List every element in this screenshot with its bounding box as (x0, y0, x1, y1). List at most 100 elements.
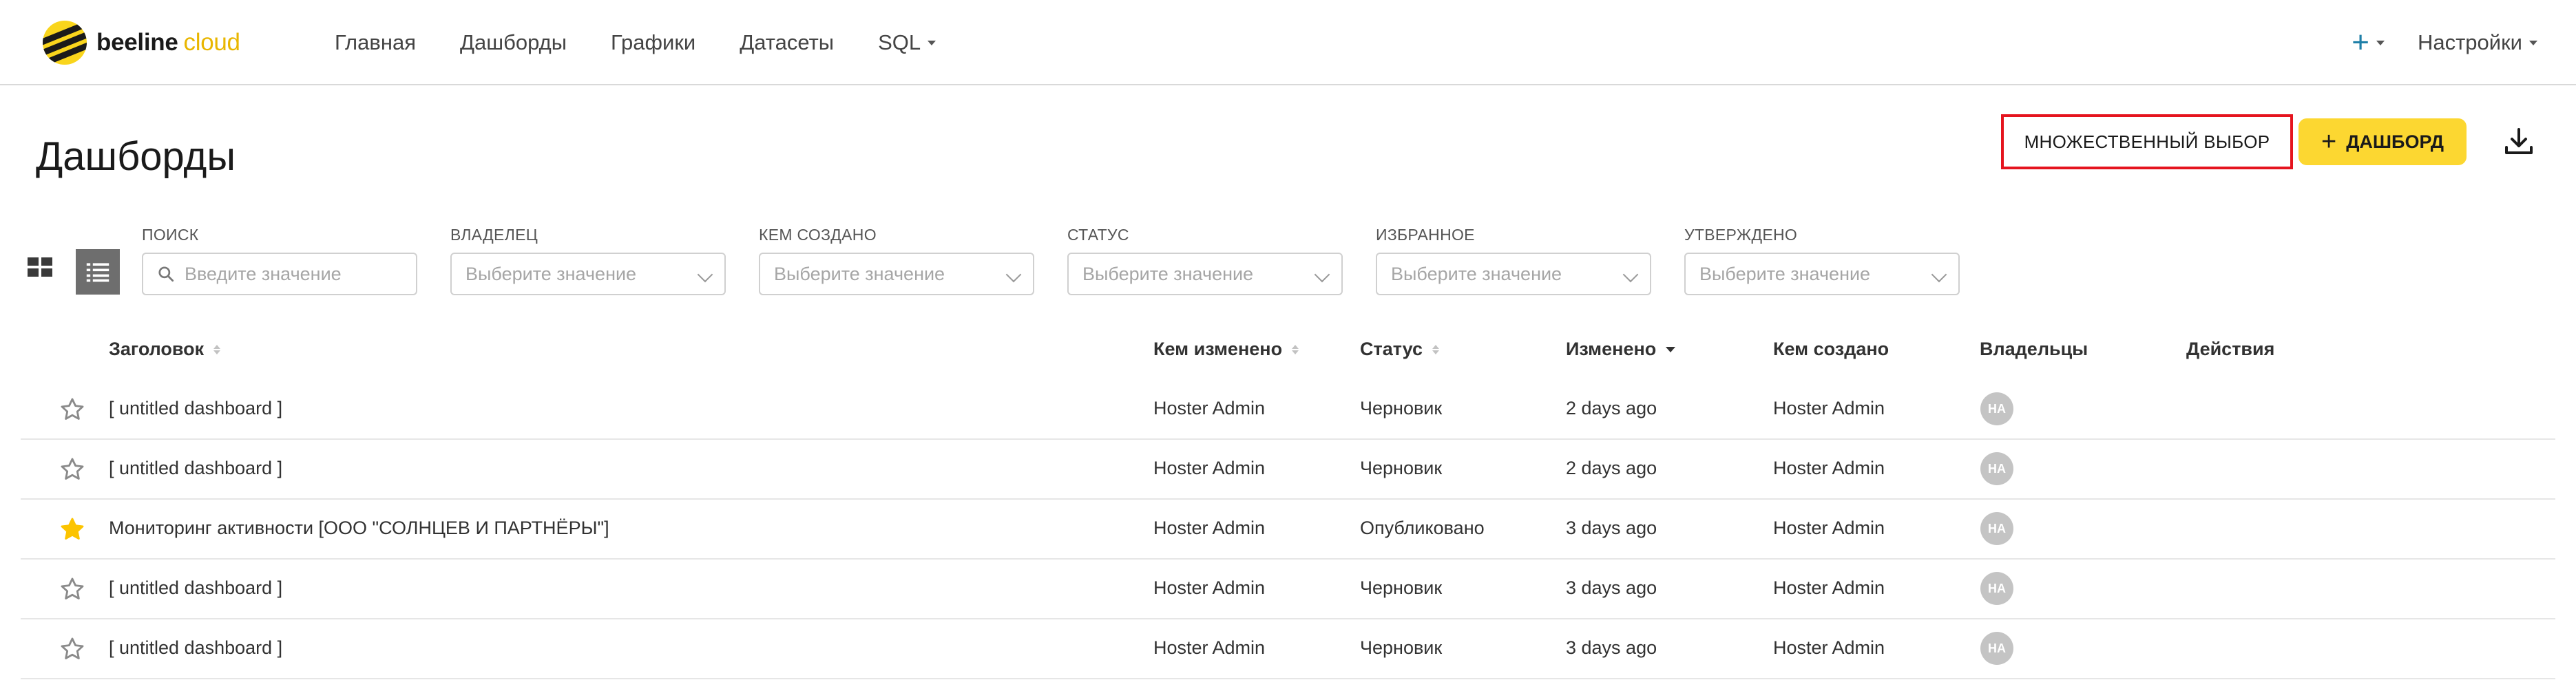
favorite-select[interactable]: Выберите значение (1376, 253, 1651, 295)
nav-home[interactable]: Главная (335, 30, 416, 55)
page-title: Дашборды (36, 134, 235, 179)
download-icon[interactable] (2498, 121, 2540, 162)
plus-icon: + (2352, 25, 2369, 59)
certified-select-placeholder: Выберите значение (1699, 263, 1871, 284)
column-created-by-label: Кем создано (1773, 339, 1889, 359)
created-by-cell: Hoster Admin (1773, 458, 1885, 478)
owner-avatar[interactable]: HA (1980, 512, 2013, 545)
certified-select[interactable]: Выберите значение (1684, 253, 1960, 295)
table-row[interactable]: [ untitled dashboard ] Hoster Admin Чернов… (21, 380, 2555, 440)
filter-favorite: ИЗБРАННОЕ Выберите значение (1376, 226, 1651, 295)
owner-avatar[interactable]: HA (1980, 392, 2013, 425)
filter-owner-label: ВЛАДЕЛЕЦ (450, 226, 538, 244)
plus-icon: + (2321, 127, 2337, 156)
nav-datasets-label: Датасеты (740, 30, 835, 54)
nav-home-label: Главная (335, 30, 416, 54)
dashboard-title-link[interactable]: [ untitled dashboard ] (109, 398, 282, 419)
caret-down-icon (2529, 40, 2537, 45)
settings-dropdown[interactable]: Настройки (2418, 30, 2537, 55)
modified-by-cell: Hoster Admin (1153, 398, 1266, 418)
caret-down-icon (928, 40, 936, 45)
dashboard-title-link[interactable]: [ untitled dashboard ] (109, 577, 282, 599)
sort-icon (1292, 344, 1299, 355)
favorite-star-icon[interactable] (59, 576, 85, 602)
dashboard-title-link[interactable]: [ untitled dashboard ] (109, 637, 282, 659)
brand-wordmark: beeline cloud (96, 29, 240, 56)
caret-down-icon (2376, 40, 2385, 45)
brand-accent: cloud (183, 29, 240, 56)
modified-by-cell: Hoster Admin (1153, 518, 1266, 538)
filter-search-label: ПОИСК (142, 226, 199, 244)
nav-charts[interactable]: Графики (611, 30, 695, 55)
status-cell: Черновик (1360, 398, 1443, 418)
owner-avatar[interactable]: HA (1980, 572, 2013, 605)
column-header-title[interactable]: Заголовок (109, 339, 221, 360)
table-row[interactable]: Мониторинг активности [ООО "СОЛНЦЕВ И ПА… (21, 500, 2555, 560)
table-header: Заголовок Кем изменено Статус Изменено К… (0, 329, 2576, 372)
search-input[interactable] (185, 263, 391, 285)
created-by-cell: Hoster Admin (1773, 398, 1885, 418)
column-header-modified[interactable]: Изменено (1566, 339, 1676, 360)
new-item-dropdown-button[interactable]: + (2352, 25, 2385, 60)
table-row[interactable]: [ untitled dashboard ] Hoster Admin Чернов… (21, 440, 2555, 500)
nav-dashboards[interactable]: Дашборды (460, 30, 567, 55)
modified-by-cell: Hoster Admin (1153, 637, 1266, 658)
table-row[interactable]: [ untitled dashboard ] Hoster Admin Чернов… (21, 619, 2555, 679)
status-select-placeholder: Выберите значение (1082, 263, 1254, 284)
nav-datasets[interactable]: Датасеты (740, 30, 834, 55)
table-row[interactable]: [ untitled dashboard ] Hoster Admin Чернов… (21, 560, 2555, 619)
column-header-modified-by[interactable]: Кем изменено (1153, 339, 1299, 360)
created-by-select-placeholder: Выберите значение (774, 263, 945, 284)
owner-select-placeholder: Выберите значение (465, 263, 637, 284)
column-header-created-by: Кем создано (1773, 339, 1889, 360)
brand-logo[interactable]: beeline cloud (43, 21, 240, 65)
owner-avatar[interactable]: HA (1980, 452, 2013, 485)
filter-status: СТАТУС Выберите значение (1067, 226, 1343, 295)
status-select[interactable]: Выберите значение (1067, 253, 1343, 295)
owner-select[interactable]: Выберите значение (450, 253, 726, 295)
created-by-cell: Hoster Admin (1773, 518, 1885, 538)
column-header-status[interactable]: Статус (1360, 339, 1439, 360)
dashboard-title-link[interactable]: Мониторинг активности [ООО "СОЛНЦЕВ И ПА… (109, 518, 609, 539)
beeline-logo-icon (43, 21, 87, 65)
multi-select-label: МНОЖЕСТВЕННЫЙ ВЫБОР (2024, 131, 2270, 152)
chevron-down-icon (1622, 266, 1639, 283)
filter-favorite-label: ИЗБРАННОЕ (1376, 226, 1475, 244)
nav-sql-label: SQL (878, 30, 921, 54)
filter-certified: УТВЕРЖДЕНО Выберите значение (1684, 226, 1960, 295)
card-view-toggle[interactable] (26, 253, 58, 285)
owner-avatar[interactable]: HA (1980, 632, 2013, 665)
filter-status-label: СТАТУС (1067, 226, 1129, 244)
chevron-down-icon (1931, 266, 1947, 283)
status-cell: Черновик (1360, 458, 1443, 478)
filter-search: ПОИСК (142, 226, 417, 295)
filter-owner: ВЛАДЕЛЕЦ Выберите значение (450, 226, 726, 295)
modified-cell: 2 days ago (1566, 458, 1657, 478)
modified-by-cell: Hoster Admin (1153, 577, 1266, 598)
sort-desc-icon (1666, 346, 1676, 352)
add-dashboard-button[interactable]: + ДАШБОРД (2298, 118, 2467, 165)
favorite-star-icon[interactable] (59, 456, 85, 482)
column-modified-label: Изменено (1566, 339, 1657, 359)
search-box[interactable] (142, 253, 417, 295)
sort-icon (213, 344, 221, 355)
search-icon (158, 266, 174, 282)
list-view-icon (86, 263, 109, 282)
created-by-select[interactable]: Выберите значение (759, 253, 1034, 295)
column-status-label: Статус (1360, 339, 1423, 359)
dashboard-title-link[interactable]: [ untitled dashboard ] (109, 458, 282, 479)
settings-label: Настройки (2417, 30, 2522, 54)
modified-cell: 3 days ago (1566, 518, 1657, 538)
chevron-down-icon (1314, 266, 1330, 283)
multi-select-button[interactable]: МНОЖЕСТВЕННЫЙ ВЫБОР (2001, 114, 2293, 169)
favorite-select-placeholder: Выберите значение (1391, 263, 1562, 284)
list-view-toggle[interactable] (76, 249, 120, 295)
favorite-star-icon[interactable] (59, 636, 85, 662)
favorite-star-icon[interactable] (59, 516, 85, 542)
sort-icon (1432, 344, 1439, 355)
favorite-star-icon[interactable] (59, 396, 85, 423)
nav-sql-dropdown[interactable]: SQL (878, 30, 936, 55)
filter-certified-label: УТВЕРЖДЕНО (1684, 226, 1798, 244)
column-title-label: Заголовок (109, 339, 205, 359)
brand-name: beeline (96, 29, 178, 56)
